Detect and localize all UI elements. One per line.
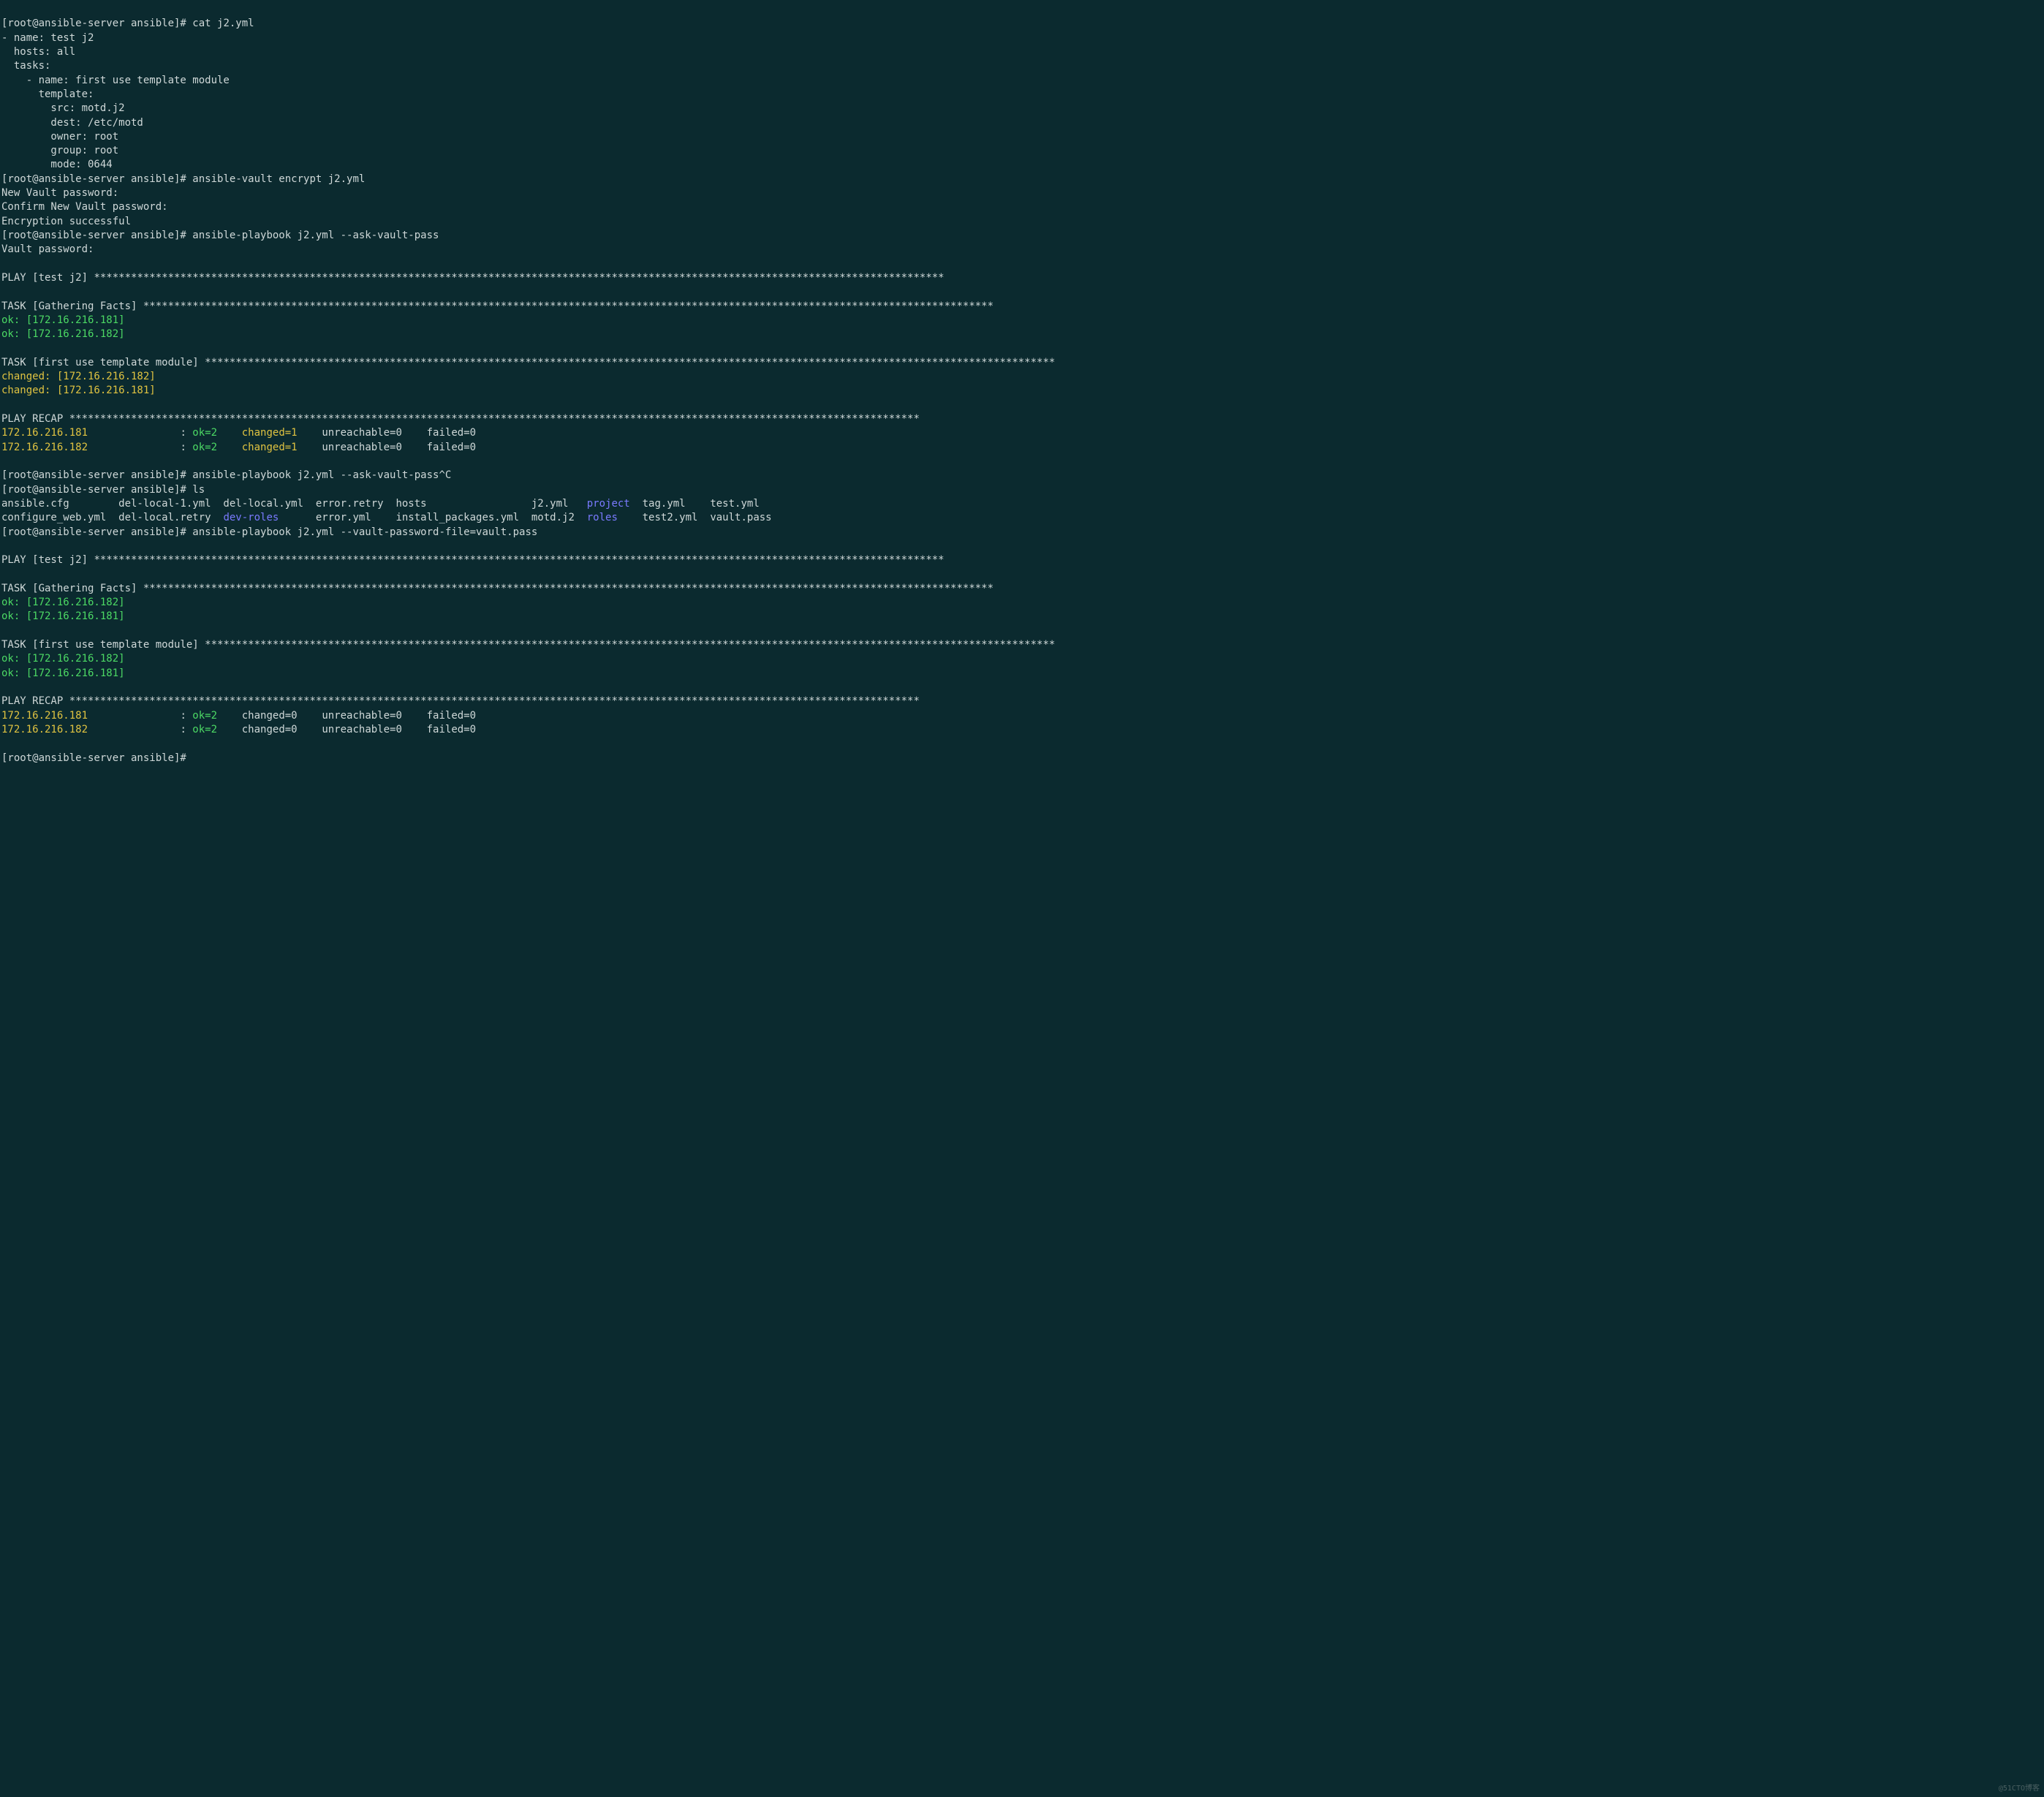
yaml-line: owner: root (1, 131, 118, 143)
yaml-line: dest: /etc/motd (1, 117, 143, 129)
ls-row-1: ansible.cfg del-local-1.yml del-local.ym… (1, 498, 760, 510)
prompt: [root@ansible-server ansible]# (1, 230, 192, 241)
command-playbook-file: ansible-playbook j2.yml --vault-password… (192, 526, 537, 538)
yaml-line: - name: first use template module (1, 75, 230, 86)
yaml-line: mode: 0644 (1, 159, 113, 170)
recap-row-182: 172.16.216.182 : ok=2 changed=1 unreacha… (1, 442, 476, 453)
prompt: [root@ansible-server ansible]# (1, 469, 192, 481)
recap-row-182: 172.16.216.182 : ok=2 changed=0 unreacha… (1, 724, 476, 735)
watermark: @51CTO博客 (1999, 1784, 2040, 1794)
ok-host-181: ok: [172.16.216.181] (1, 610, 125, 622)
yaml-line: template: (1, 88, 94, 100)
recap-row-181: 172.16.216.181 : ok=2 changed=1 unreacha… (1, 427, 476, 439)
prompt: [root@ansible-server ansible]# (1, 484, 192, 496)
ok-host-181: ok: [172.16.216.181] (1, 314, 125, 326)
play-recap-header: PLAY RECAP *****************************… (1, 413, 920, 425)
command-ls: ls (192, 484, 205, 496)
prompt: [root@ansible-server ansible]# (1, 526, 192, 538)
play-recap-header: PLAY RECAP *****************************… (1, 695, 920, 707)
dir-dev-roles: dev-roles (223, 512, 279, 523)
dir-roles: roles (587, 512, 618, 523)
play-header: PLAY [test j2] *************************… (1, 272, 945, 284)
changed-host-182: changed: [172.16.216.182] (1, 371, 156, 382)
prompt: [root@ansible-server ansible]# (1, 18, 192, 29)
task-template: TASK [first use template module] *******… (1, 639, 1055, 651)
yaml-line: tasks: (1, 60, 50, 72)
play-header: PLAY [test j2] *************************… (1, 554, 945, 566)
recap-row-181: 172.16.216.181 : ok=2 changed=0 unreacha… (1, 710, 476, 722)
yaml-line: hosts: all (1, 46, 75, 58)
task-template: TASK [first use template module] *******… (1, 357, 1055, 368)
prompt: [root@ansible-server ansible]# (1, 173, 192, 185)
yaml-line: - name: test j2 (1, 32, 94, 44)
prompt: [root@ansible-server ansible]# (1, 752, 192, 764)
vault-new-password: New Vault password: (1, 187, 118, 199)
yaml-line: src: motd.j2 (1, 102, 125, 114)
dir-project: project (587, 498, 630, 510)
ok-host-182: ok: [172.16.216.182] (1, 653, 125, 665)
terminal[interactable]: [root@ansible-server ansible]# cat j2.ym… (0, 0, 2044, 768)
task-gathering-facts: TASK [Gathering Facts] *****************… (1, 583, 993, 594)
task-gathering-facts: TASK [Gathering Facts] *****************… (1, 300, 993, 312)
ok-host-182: ok: [172.16.216.182] (1, 597, 125, 608)
vault-confirm-password: Confirm New Vault password: (1, 201, 168, 213)
ls-row-2: configure_web.yml del-local.retry dev-ro… (1, 512, 772, 523)
command-cat: cat j2.yml (192, 18, 254, 29)
vault-password-prompt: Vault password: (1, 243, 94, 255)
ok-host-182: ok: [172.16.216.182] (1, 328, 125, 340)
command-encrypt: ansible-vault encrypt j2.yml (192, 173, 365, 185)
changed-host-181: changed: [172.16.216.181] (1, 385, 156, 396)
yaml-line: group: root (1, 145, 118, 156)
command-playbook-ask: ansible-playbook j2.yml --ask-vault-pass (192, 230, 439, 241)
command-playbook-ask-cancel: ansible-playbook j2.yml --ask-vault-pass… (192, 469, 451, 481)
vault-success: Encryption successful (1, 216, 131, 227)
ok-host-181: ok: [172.16.216.181] (1, 667, 125, 679)
